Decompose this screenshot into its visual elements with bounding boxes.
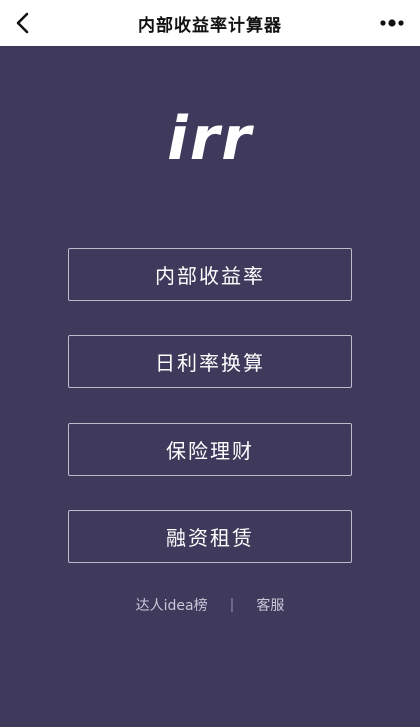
irr-calc-button[interactable]: 内部收益率 [68, 248, 352, 301]
footer-links: 达人idea榜 | 客服 [0, 594, 420, 616]
daily-rate-button[interactable]: 日利率换算 [68, 335, 352, 388]
chevron-left-icon [16, 12, 29, 34]
footer-separator: | [229, 597, 235, 613]
more-dots-icon [380, 19, 404, 27]
idea-ranking-link[interactable]: 达人idea榜 [136, 595, 208, 615]
page-title: 内部收益率计算器 [138, 15, 282, 36]
back-button[interactable] [0, 0, 44, 46]
top-navbar: 内部收益率计算器 [0, 0, 420, 46]
customer-service-link[interactable]: 客服 [256, 595, 284, 615]
irr-logo: irr [167, 104, 253, 174]
insurance-finance-button[interactable]: 保险理财 [68, 423, 352, 476]
app-screen: 内部收益率计算器 irr 内部收益率 日利率换算 保险理财 融资租赁 达人ide… [0, 0, 420, 727]
finance-lease-button[interactable]: 融资租赁 [68, 510, 352, 563]
more-button[interactable] [370, 0, 414, 46]
